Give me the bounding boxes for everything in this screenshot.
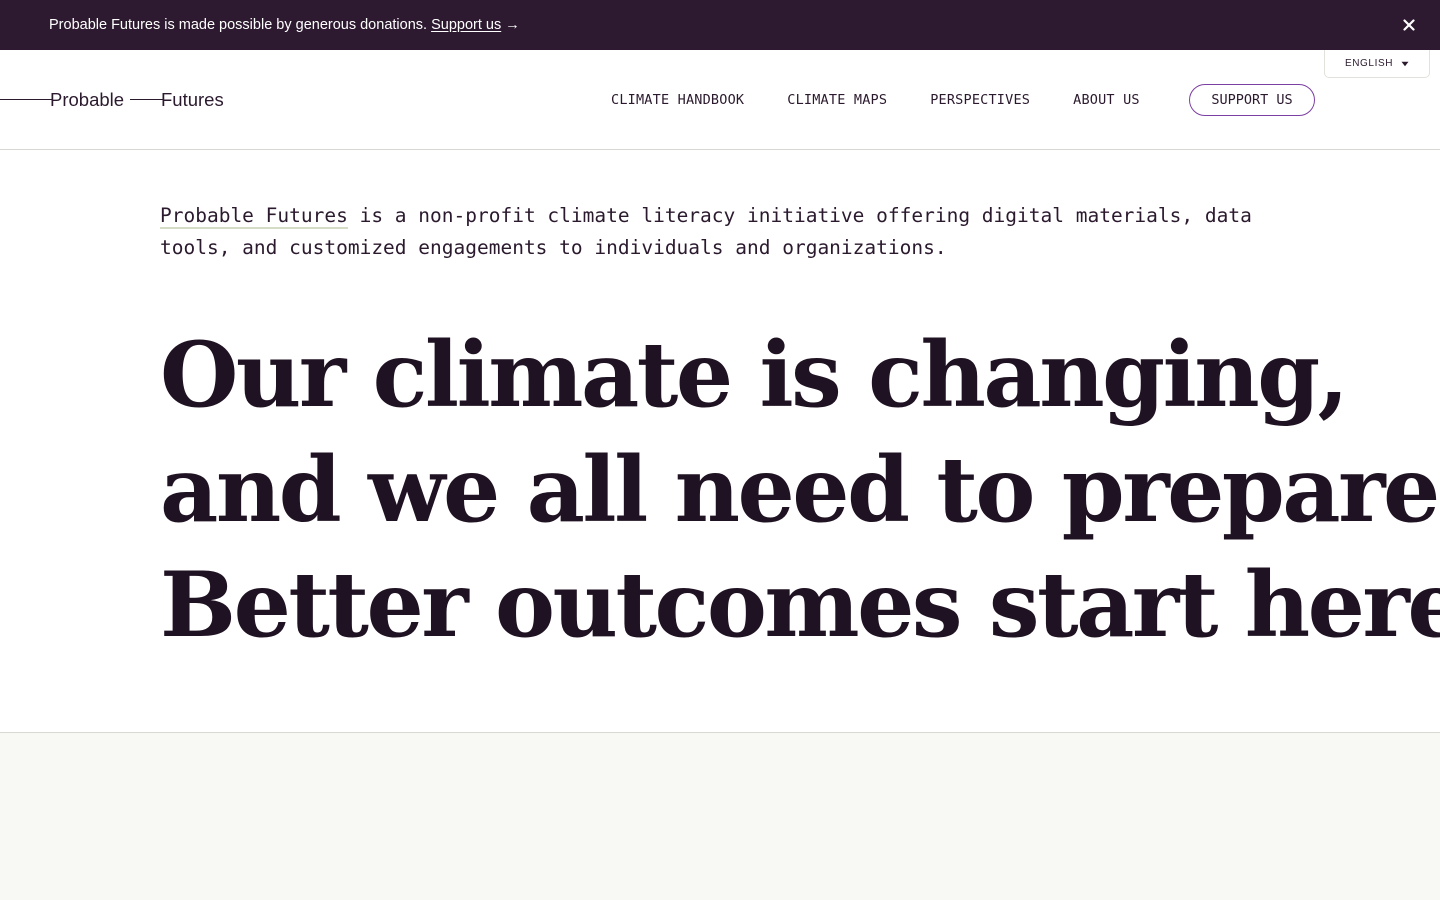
main-nav: CLIMATE HANDBOOK CLIMATE MAPS PERSPECTIV… <box>611 91 1183 109</box>
intro-probable-futures-link[interactable]: Probable Futures <box>160 204 348 229</box>
content-panel <box>0 732 1440 900</box>
logo-word-futures: Futures <box>161 89 224 110</box>
logo[interactable]: Probable Futures <box>0 88 240 112</box>
caret-down-icon <box>1401 61 1409 66</box>
logo-line-left <box>0 99 52 101</box>
hero-line-3: Better outcomes start here. <box>160 552 1440 658</box>
language-selector[interactable]: ENGLISH <box>1324 50 1430 78</box>
hero-line-1: Our climate is changing, <box>160 322 1349 428</box>
logo-line-middle <box>130 99 164 101</box>
nav-perspectives[interactable]: PERSPECTIVES <box>930 91 1030 109</box>
intro-paragraph: Probable Futures is a non-profit climate… <box>160 200 1290 264</box>
hero-heading: Our climate is changing, and we all need… <box>160 318 1440 663</box>
hero-line-2: and we all need to prepare. <box>160 437 1440 543</box>
support-us-button[interactable]: SUPPORT US <box>1189 84 1315 116</box>
nav-about-us[interactable]: ABOUT US <box>1073 91 1140 109</box>
banner-text: Probable Futures is made possible by gen… <box>49 16 520 34</box>
donation-banner: Probable Futures is made possible by gen… <box>0 0 1440 50</box>
language-label: ENGLISH <box>1344 58 1394 69</box>
banner-message: Probable Futures is made possible by gen… <box>49 17 428 33</box>
close-icon <box>1403 19 1415 31</box>
nav-climate-handbook[interactable]: CLIMATE HANDBOOK <box>611 91 744 109</box>
site-header: Probable Futures CLIMATE HANDBOOK CLIMAT… <box>0 50 1440 150</box>
nav-climate-maps[interactable]: CLIMATE MAPS <box>787 91 887 109</box>
arrow-right-icon: → <box>505 17 520 33</box>
logo-word-probable: Probable <box>50 89 125 110</box>
banner-support-link[interactable]: Support us <box>431 17 501 33</box>
banner-close-button[interactable] <box>1398 14 1420 36</box>
